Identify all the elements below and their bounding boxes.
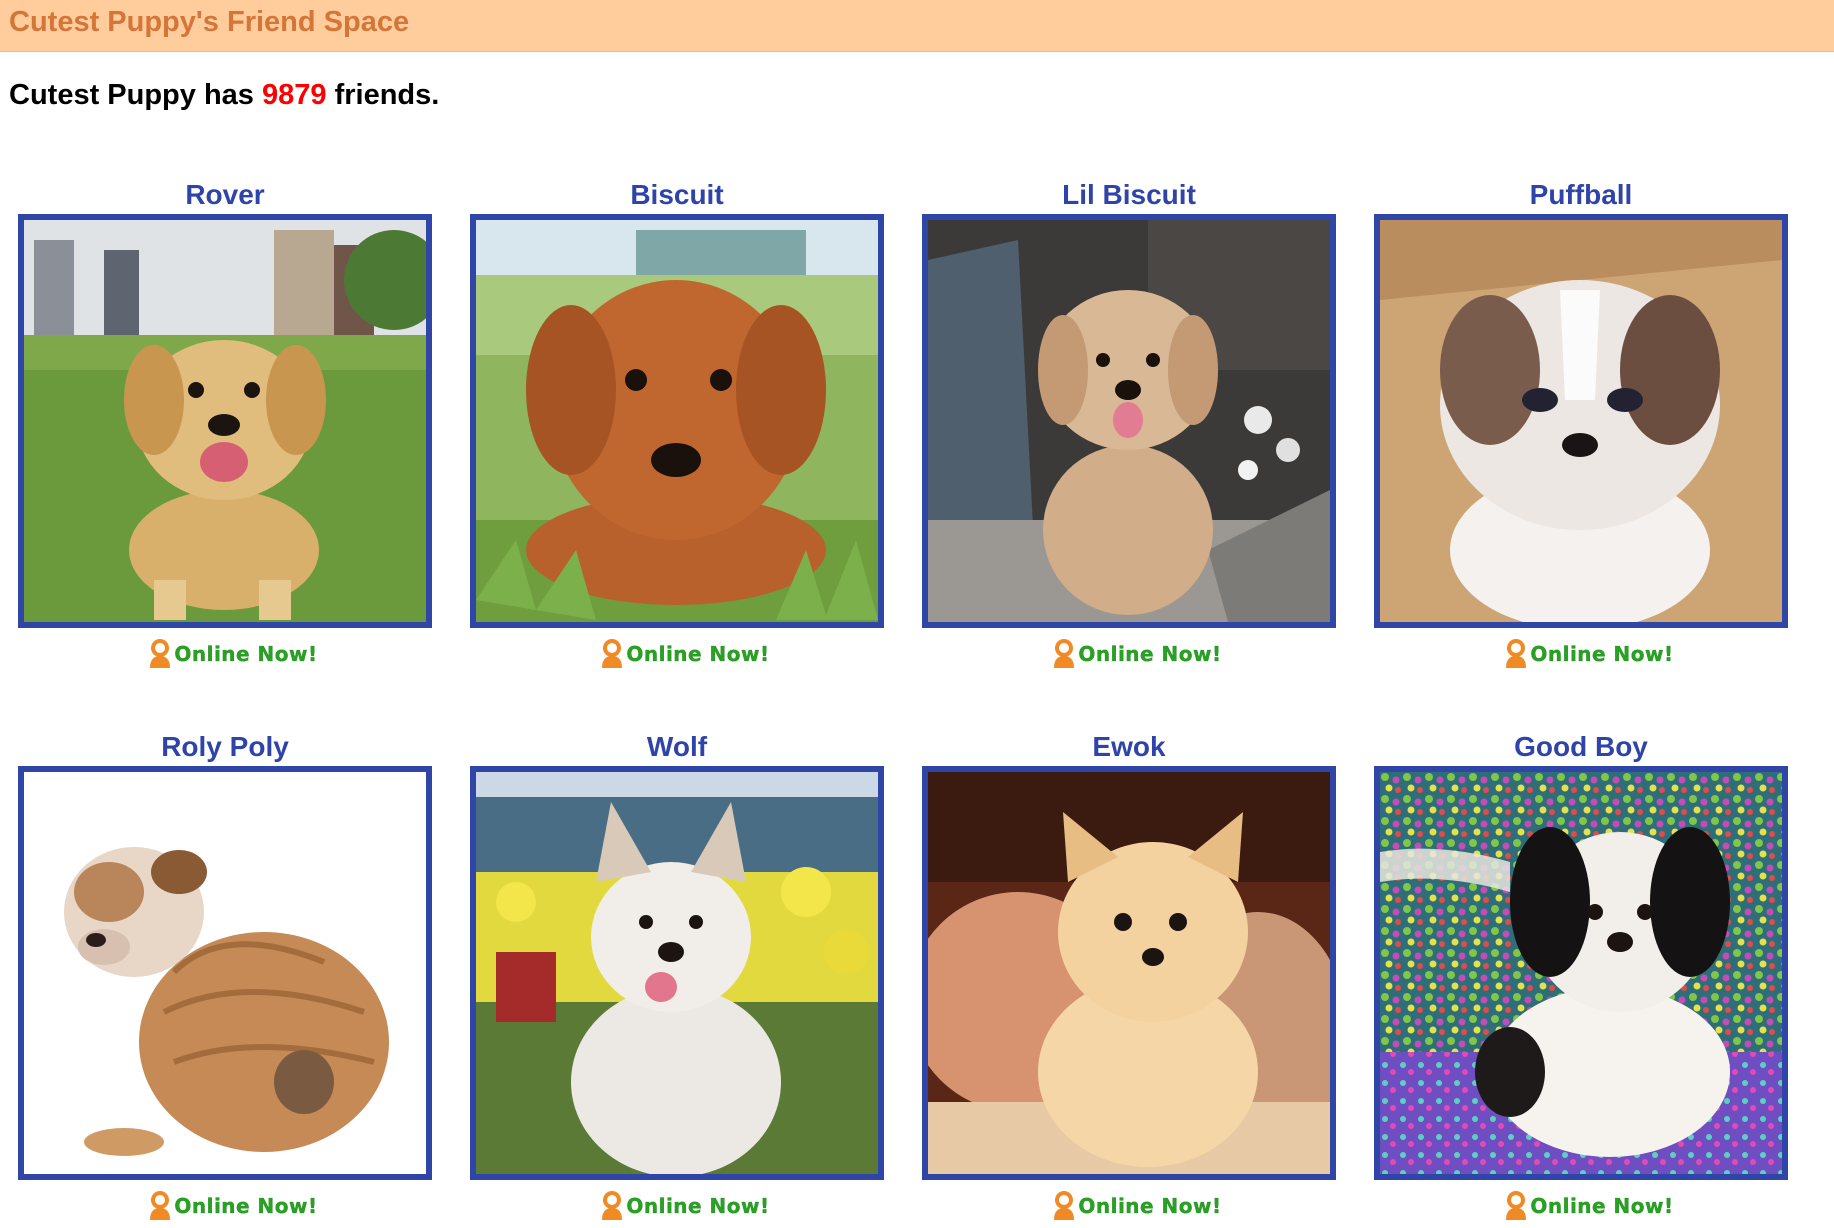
husky-puppy-photo: [476, 772, 878, 1174]
online-person-icon: [150, 639, 171, 668]
black-white-puppy-photo: [1380, 772, 1782, 1174]
friend-name-link[interactable]: Roly Poly: [18, 730, 432, 764]
online-status-label: Online Now!: [1530, 642, 1674, 666]
tan-maltipoo-puppy-photo: [928, 220, 1330, 622]
golden-retriever-puppy-photo: [24, 220, 426, 622]
page-title: Cutest Puppy's Friend Space: [9, 6, 410, 38]
friend-count-suffix: friends.: [334, 79, 440, 111]
friend-name-link[interactable]: Good Boy: [1374, 730, 1788, 764]
online-status-label: Online Now!: [1078, 642, 1222, 666]
friend-name-link[interactable]: Puffball: [1374, 178, 1788, 212]
bulldog-puppy-photo: [24, 772, 426, 1174]
online-person-icon: [1506, 639, 1527, 668]
online-status: Online Now!: [18, 1188, 432, 1224]
friend-photo[interactable]: [18, 766, 432, 1180]
online-status-label: Online Now!: [626, 642, 770, 666]
friend-count-number: 9879: [262, 79, 327, 111]
pomeranian-puppy-photo: [928, 772, 1330, 1174]
friend-name-link[interactable]: Rover: [18, 178, 432, 212]
online-status: Online Now!: [922, 1188, 1336, 1224]
online-status: Online Now!: [1374, 1188, 1788, 1224]
online-status: Online Now!: [470, 1188, 884, 1224]
online-person-icon: [1054, 639, 1075, 668]
online-status-label: Online Now!: [174, 1194, 318, 1218]
online-status-label: Online Now!: [626, 1194, 770, 1218]
online-status: Online Now!: [470, 636, 884, 672]
online-person-icon: [1054, 1191, 1075, 1220]
online-status-label: Online Now!: [1078, 1194, 1222, 1218]
friend-name-link[interactable]: Ewok: [922, 730, 1336, 764]
friend-photo[interactable]: [18, 214, 432, 628]
online-status: Online Now!: [18, 636, 432, 672]
friend-count-prefix: Cutest Puppy has: [9, 79, 254, 111]
online-person-icon: [602, 1191, 623, 1220]
friend-photo[interactable]: [1374, 766, 1788, 1180]
friend-count-line: Cutest Puppy has 9879 friends.: [9, 79, 439, 112]
friend-name-link[interactable]: Biscuit: [470, 178, 884, 212]
online-status-label: Online Now!: [174, 642, 318, 666]
friend-photo[interactable]: [470, 214, 884, 628]
online-status-label: Online Now!: [1530, 1194, 1674, 1218]
friend-photo[interactable]: [1374, 214, 1788, 628]
friend-photo[interactable]: [922, 766, 1336, 1180]
friend-name-link[interactable]: Wolf: [470, 730, 884, 764]
header-bar: Cutest Puppy's Friend Space: [0, 0, 1834, 52]
online-person-icon: [1506, 1191, 1527, 1220]
online-person-icon: [602, 639, 623, 668]
shih-tzu-puppy-photo: [1380, 220, 1782, 622]
friend-name-link[interactable]: Lil Biscuit: [922, 178, 1336, 212]
red-cavapoo-puppy-photo: [476, 220, 878, 622]
online-person-icon: [150, 1191, 171, 1220]
friend-photo[interactable]: [922, 214, 1336, 628]
friend-photo[interactable]: [470, 766, 884, 1180]
online-status: Online Now!: [922, 636, 1336, 672]
online-status: Online Now!: [1374, 636, 1788, 672]
